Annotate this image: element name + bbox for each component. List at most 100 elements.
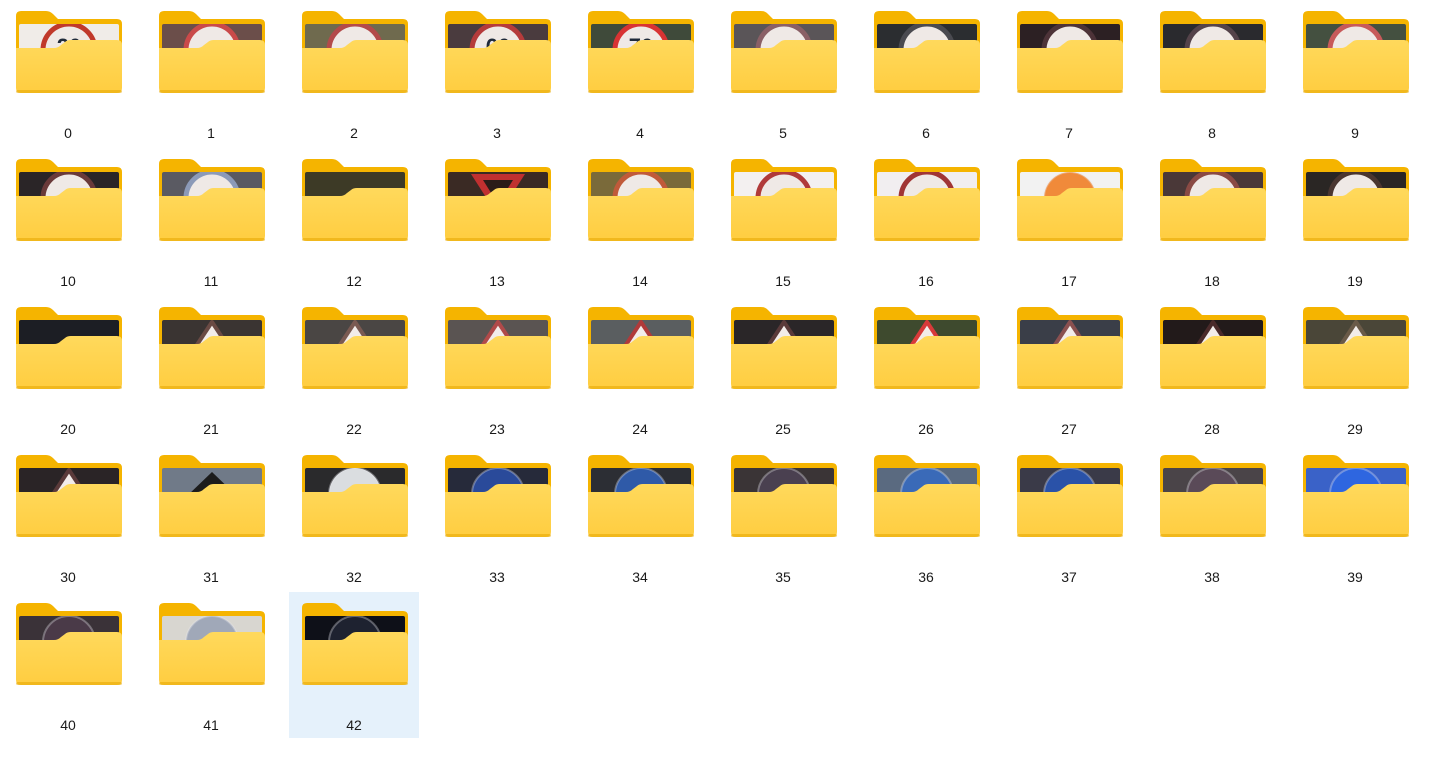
folder-item[interactable]: 33 xyxy=(432,444,562,590)
folder-item[interactable]: 20 0 xyxy=(3,0,133,146)
folder-item[interactable]: 16 xyxy=(861,148,991,294)
folder-icon xyxy=(159,10,265,94)
folder-label: 19 xyxy=(1347,273,1363,289)
folder-icon xyxy=(1160,306,1266,390)
folder-icon xyxy=(159,306,265,390)
folder-item[interactable]: 70 4 xyxy=(575,0,705,146)
folder-icon xyxy=(731,306,837,390)
folder-item[interactable]: 41 xyxy=(146,592,276,738)
folder-label: 27 xyxy=(1061,421,1077,437)
folder-icon xyxy=(588,306,694,390)
folder-icon xyxy=(16,454,122,538)
folder-icon xyxy=(1303,10,1409,94)
folder-label: 37 xyxy=(1061,569,1077,585)
folder-icon xyxy=(302,158,408,242)
folder-item[interactable]: 22 xyxy=(289,296,419,442)
folder-grid: 2001260370456789101112131415161718192021… xyxy=(0,0,1435,770)
folder-icon xyxy=(159,602,265,686)
folder-label: 42 xyxy=(346,717,362,733)
folder-item[interactable]: 8 xyxy=(1147,0,1277,146)
folder-label: 32 xyxy=(346,569,362,585)
folder-label: 5 xyxy=(779,125,787,141)
folder-item[interactable]: 9 xyxy=(1290,0,1420,146)
folder-label: 17 xyxy=(1061,273,1077,289)
folder-icon xyxy=(874,10,980,94)
folder-item[interactable]: 12 xyxy=(289,148,419,294)
folder-icon xyxy=(302,10,408,94)
folder-label: 33 xyxy=(489,569,505,585)
folder-icon xyxy=(16,602,122,686)
folder-label: 9 xyxy=(1351,125,1359,141)
folder-item[interactable]: 29 xyxy=(1290,296,1420,442)
folder-icon xyxy=(445,454,551,538)
folder-item[interactable]: 13 xyxy=(432,148,562,294)
folder-item[interactable]: 7 xyxy=(1004,0,1134,146)
folder-label: 35 xyxy=(775,569,791,585)
folder-label: 1 xyxy=(207,125,215,141)
folder-label: 30 xyxy=(60,569,76,585)
folder-label: 29 xyxy=(1347,421,1363,437)
folder-label: 13 xyxy=(489,273,505,289)
folder-icon xyxy=(874,454,980,538)
folder-label: 20 xyxy=(60,421,76,437)
folder-item[interactable]: 27 xyxy=(1004,296,1134,442)
folder-label: 23 xyxy=(489,421,505,437)
folder-item[interactable]: 5 xyxy=(718,0,848,146)
folder-item[interactable]: 31 xyxy=(146,444,276,590)
folder-item[interactable]: 10 xyxy=(3,148,133,294)
folder-item[interactable]: 1 xyxy=(146,0,276,146)
folder-icon xyxy=(1303,454,1409,538)
folder-item[interactable]: 21 xyxy=(146,296,276,442)
folder-item[interactable]: 37 xyxy=(1004,444,1134,590)
folder-item[interactable]: 30 xyxy=(3,444,133,590)
folder-item[interactable]: 39 xyxy=(1290,444,1420,590)
folder-item[interactable]: 24 xyxy=(575,296,705,442)
folder-item[interactable]: 34 xyxy=(575,444,705,590)
folder-item[interactable]: 18 xyxy=(1147,148,1277,294)
folder-label: 7 xyxy=(1065,125,1073,141)
folder-icon xyxy=(731,10,837,94)
folder-label: 0 xyxy=(64,125,72,141)
folder-icon xyxy=(1303,306,1409,390)
folder-item[interactable]: 26 xyxy=(861,296,991,442)
folder-item[interactable]: 6 xyxy=(861,0,991,146)
folder-label: 34 xyxy=(632,569,648,585)
folder-label: 3 xyxy=(493,125,501,141)
folder-icon: 70 xyxy=(588,10,694,94)
folder-label: 28 xyxy=(1204,421,1220,437)
folder-item[interactable]: 19 xyxy=(1290,148,1420,294)
folder-item[interactable]: 2 xyxy=(289,0,419,146)
folder-item[interactable]: 14 xyxy=(575,148,705,294)
folder-label: 2 xyxy=(350,125,358,141)
folder-label: 41 xyxy=(203,717,219,733)
folder-item[interactable]: 28 xyxy=(1147,296,1277,442)
folder-item[interactable]: 25 xyxy=(718,296,848,442)
folder-icon xyxy=(1160,158,1266,242)
folder-icon xyxy=(588,158,694,242)
folder-icon xyxy=(588,454,694,538)
folder-icon: 60 xyxy=(445,10,551,94)
folder-item[interactable]: 32 xyxy=(289,444,419,590)
folder-item[interactable]: 20 xyxy=(3,296,133,442)
folder-item[interactable]: 11 xyxy=(146,148,276,294)
folder-icon xyxy=(1017,10,1123,94)
folder-item[interactable]: 60 3 xyxy=(432,0,562,146)
folder-label: 31 xyxy=(203,569,219,585)
folder-icon xyxy=(159,454,265,538)
folder-label: 26 xyxy=(918,421,934,437)
folder-label: 6 xyxy=(922,125,930,141)
folder-label: 16 xyxy=(918,273,934,289)
folder-item[interactable]: 35 xyxy=(718,444,848,590)
folder-item[interactable]: 23 xyxy=(432,296,562,442)
folder-item[interactable]: 36 xyxy=(861,444,991,590)
folder-label: 12 xyxy=(346,273,362,289)
folder-item[interactable]: 15 xyxy=(718,148,848,294)
folder-label: 15 xyxy=(775,273,791,289)
folder-item[interactable]: 40 xyxy=(3,592,133,738)
folder-icon xyxy=(1160,454,1266,538)
folder-icon xyxy=(731,454,837,538)
folder-label: 40 xyxy=(60,717,76,733)
folder-item[interactable]: 38 xyxy=(1147,444,1277,590)
folder-item[interactable]: 42 xyxy=(289,592,419,738)
folder-item[interactable]: 17 xyxy=(1004,148,1134,294)
